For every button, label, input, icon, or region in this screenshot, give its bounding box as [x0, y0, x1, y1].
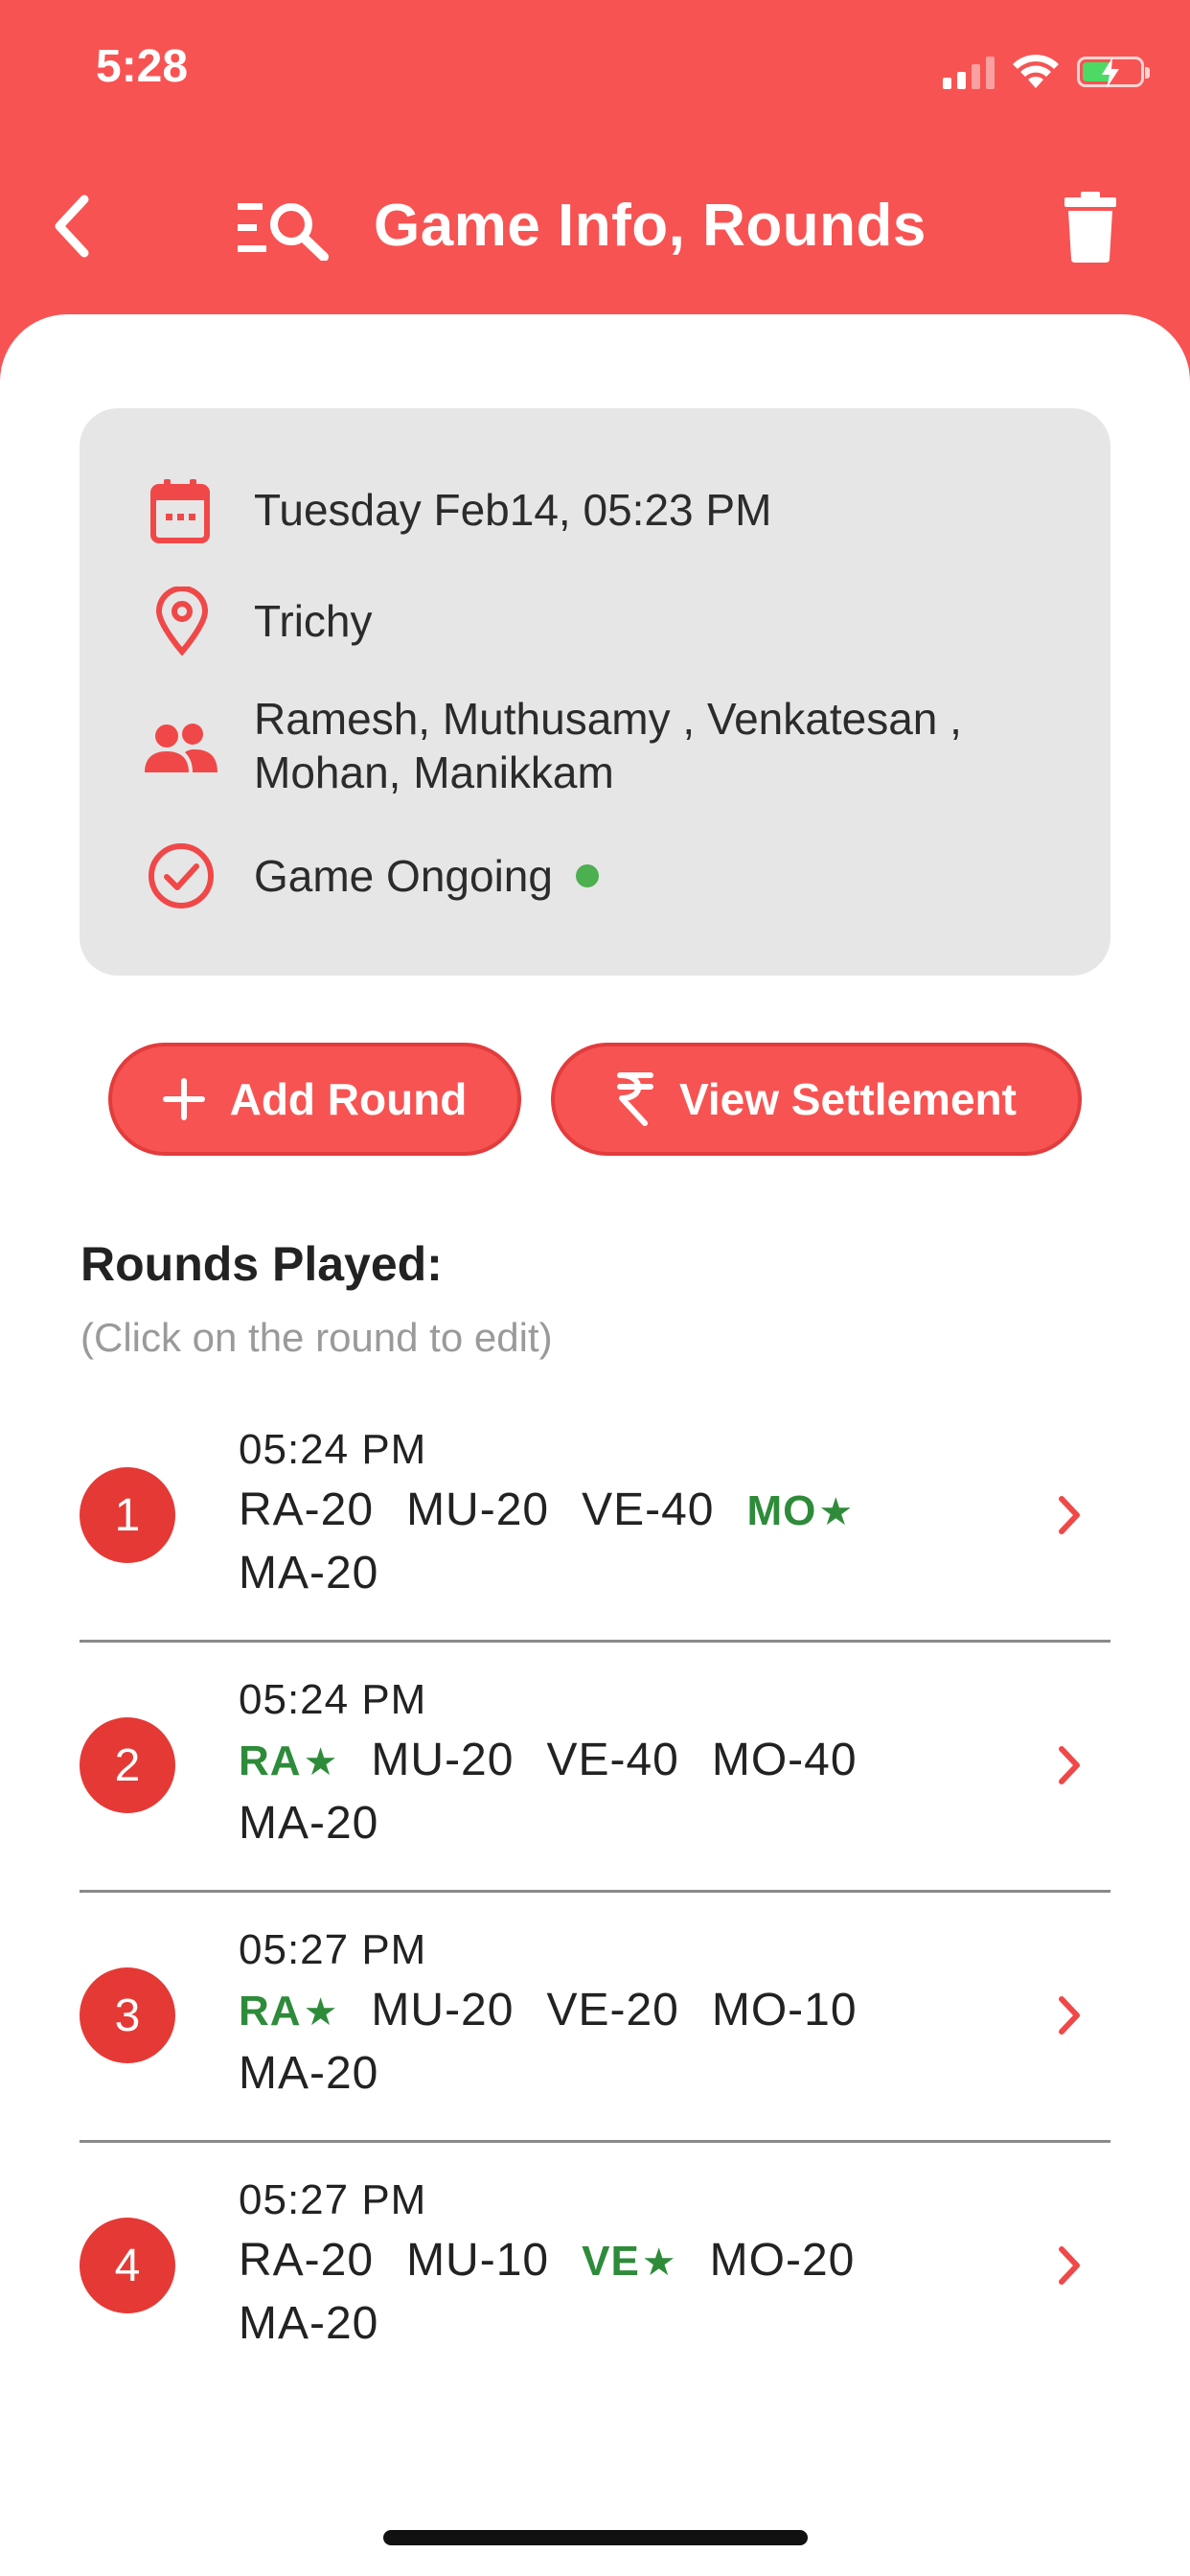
rounds-section-hint: (Click on the round to edit): [80, 1315, 553, 1360]
round-scores: RA-20 MU-10 VE★ MO-20 MA-20: [239, 2230, 967, 2355]
winner-score: RA★: [239, 1988, 339, 2035]
winner-score: MO★: [746, 1487, 855, 1534]
view-settlement-button[interactable]: View Settlement: [551, 1043, 1082, 1156]
add-round-button[interactable]: Add Round: [108, 1043, 521, 1156]
winner-star-icon: ★: [641, 2242, 677, 2284]
round-time: 05:27 PM: [239, 1926, 427, 1973]
add-round-label: Add Round: [229, 1074, 468, 1124]
player-score: RA-20: [239, 2235, 375, 2286]
game-info-card: Tuesday Feb14, 05:23 PM Trichy Ramesh, M…: [80, 408, 1110, 976]
round-scores: RA★ MU-20 VE-20 MO-10 MA-20: [239, 1980, 967, 2104]
chevron-right-icon[interactable]: [1052, 1491, 1087, 1539]
player-score: MO-20: [709, 2235, 856, 2286]
rounds-section-title: Rounds Played:: [80, 1237, 443, 1291]
game-location: Trichy: [254, 596, 373, 646]
winner-score: VE★: [582, 2238, 677, 2285]
chevron-right-icon[interactable]: [1052, 1741, 1087, 1789]
round-scores: RA★ MU-20 VE-40 MO-40 MA-20: [239, 1730, 967, 1854]
player-score: MO-10: [711, 1985, 858, 2036]
view-settlement-label: View Settlement: [679, 1074, 1017, 1124]
round-time: 05:24 PM: [239, 1676, 427, 1723]
status-icons: [943, 50, 1150, 94]
players-list: Ramesh, Muthusamy , Venkatesan , Mohan, …: [254, 692, 962, 799]
players-line-2: Mohan, Manikkam: [254, 748, 614, 797]
player-score: MU-20: [371, 1735, 515, 1785]
player-score: RA-20: [239, 1484, 375, 1535]
player-score: MA-20: [239, 1798, 379, 1849]
winner-star-icon: ★: [818, 1491, 855, 1533]
round-number-badge: 2: [80, 1717, 175, 1813]
chevron-right-icon[interactable]: [1052, 1991, 1087, 2039]
status-time: 5:28: [96, 41, 189, 92]
round-number-badge: 3: [80, 1967, 175, 2063]
status-dot: [575, 863, 599, 887]
player-score: MU-20: [371, 1985, 515, 2036]
page-title: Game Info, Rounds: [374, 193, 927, 259]
player-score: VE-20: [546, 1985, 679, 2036]
round-number-badge: 4: [80, 2218, 175, 2313]
search-list-icon[interactable]: [236, 197, 332, 261]
game-datetime: Tuesday Feb14, 05:23 PM: [254, 485, 772, 535]
game-status-label: Game Ongoing: [254, 851, 553, 901]
winner-star-icon: ★: [303, 1741, 339, 1783]
location-pin-icon: [155, 586, 209, 656]
player-score: VE-40: [546, 1735, 679, 1785]
winner-star-icon: ★: [303, 1991, 339, 2034]
player-score: MU-20: [406, 1484, 550, 1535]
players-line-1: Ramesh, Muthusamy , Venkatesan ,: [254, 694, 962, 744]
plus-icon: [162, 1078, 205, 1120]
back-icon[interactable]: [46, 188, 100, 264]
player-score: VE-40: [582, 1484, 715, 1535]
round-time: 05:27 PM: [239, 2176, 427, 2223]
chevron-right-icon[interactable]: [1052, 2242, 1087, 2289]
player-score: MA-20: [239, 2048, 379, 2099]
home-indicator: [383, 2530, 808, 2545]
round-row[interactable]: 4 05:27 PM RA-20 MU-10 VE★ MO-20 MA-20: [80, 2140, 1110, 2390]
round-row[interactable]: 3 05:27 PM RA★ MU-20 VE-20 MO-10 MA-20: [80, 1890, 1110, 2143]
round-time: 05:24 PM: [239, 1426, 427, 1473]
round-number-badge: 1: [80, 1467, 175, 1563]
round-scores: RA-20 MU-20 VE-40 MO★ MA-20: [239, 1480, 967, 1604]
round-row[interactable]: 1 05:24 PM RA-20 MU-20 VE-40 MO★ MA-20: [80, 1390, 1110, 1643]
trash-icon[interactable]: [1062, 188, 1119, 264]
player-score: MU-10: [406, 2235, 550, 2286]
check-circle-icon: [149, 843, 214, 908]
player-score: MA-20: [239, 2298, 379, 2349]
round-row[interactable]: 2 05:24 PM RA★ MU-20 VE-40 MO-40 MA-20: [80, 1640, 1110, 1893]
battery-icon: [1077, 57, 1150, 88]
game-status: Game Ongoing: [254, 849, 599, 903]
player-score: MA-20: [239, 1548, 379, 1598]
player-score: MO-40: [711, 1735, 858, 1785]
people-icon: [145, 724, 217, 772]
calendar-icon: [150, 479, 210, 543]
winner-score: RA★: [239, 1737, 339, 1784]
rupee-icon: [617, 1072, 654, 1126]
wifi-icon: [1013, 55, 1059, 88]
signal-icon: [943, 55, 995, 89]
